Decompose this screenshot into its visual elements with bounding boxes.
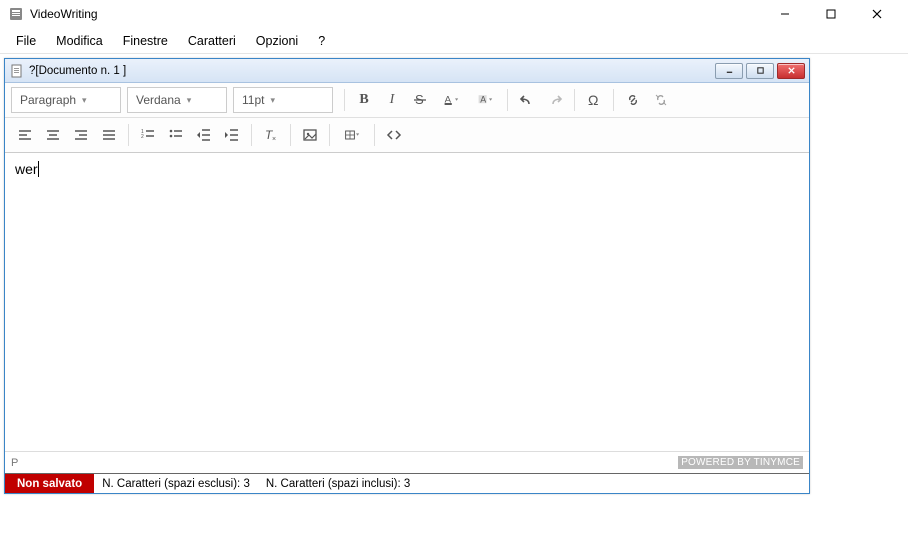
- app-icon: [8, 6, 24, 22]
- align-center-button[interactable]: [39, 122, 67, 148]
- separator: [574, 89, 575, 111]
- separator: [290, 124, 291, 146]
- editor-statusbar: P POWERED BY TINYMCE: [5, 451, 809, 473]
- char-count-incl: N. Caratteri (spazi inclusi): 3: [258, 478, 418, 490]
- strikethrough-button[interactable]: S: [406, 87, 434, 113]
- insert-table-button[interactable]: [335, 122, 369, 148]
- element-path[interactable]: P: [11, 457, 678, 469]
- separator: [374, 124, 375, 146]
- font-size-label: 11pt: [242, 93, 264, 107]
- menu-caratteri[interactable]: Caratteri: [178, 30, 246, 52]
- chevron-down-icon: ▾: [82, 95, 87, 106]
- doc-minimize-button[interactable]: [715, 63, 743, 79]
- powered-by-label: POWERED BY TINYMCE: [678, 456, 803, 469]
- document-window: ?[Documento n. 1 ] Paragraph ▾ Verdana ▾ 1…: [4, 58, 810, 494]
- workspace: ?[Documento n. 1 ] Paragraph ▾ Verdana ▾ 1…: [0, 54, 908, 539]
- save-status-badge: Non salvato: [5, 474, 94, 493]
- source-code-button[interactable]: [380, 122, 408, 148]
- app-statusbar: Non salvato N. Caratteri (spazi esclusi)…: [5, 473, 809, 493]
- document-titlebar[interactable]: ?[Documento n. 1 ]: [5, 59, 809, 83]
- numbered-list-button[interactable]: 12: [134, 122, 162, 148]
- separator: [329, 124, 330, 146]
- text-cursor: [38, 161, 39, 177]
- menu-opzioni[interactable]: Opzioni: [246, 30, 308, 52]
- insert-image-button[interactable]: [296, 122, 324, 148]
- align-justify-button[interactable]: [95, 122, 123, 148]
- block-format-label: Paragraph: [20, 93, 76, 107]
- align-left-button[interactable]: [11, 122, 39, 148]
- char-count-excl: N. Caratteri (spazi esclusi): 3: [94, 478, 258, 490]
- separator: [251, 124, 252, 146]
- italic-button[interactable]: I: [378, 87, 406, 113]
- maximize-button[interactable]: [808, 0, 854, 28]
- separator: [128, 124, 129, 146]
- editor-content[interactable]: wer: [5, 153, 809, 451]
- background-color-button[interactable]: A: [468, 87, 502, 113]
- svg-text:2: 2: [141, 134, 144, 140]
- text-color-button[interactable]: A: [434, 87, 468, 113]
- outdent-button[interactable]: [190, 122, 218, 148]
- font-family-label: Verdana: [136, 93, 181, 107]
- editor-text: wer: [15, 161, 38, 177]
- undo-button[interactable]: [513, 87, 541, 113]
- document-window-controls: [715, 63, 805, 79]
- doc-close-button[interactable]: [777, 63, 805, 79]
- redo-button[interactable]: [541, 87, 569, 113]
- menu-help[interactable]: ?: [308, 30, 335, 52]
- menu-file[interactable]: File: [6, 30, 46, 52]
- font-family-select[interactable]: Verdana ▾: [127, 87, 227, 113]
- doc-maximize-button[interactable]: [746, 63, 774, 79]
- svg-text:×: ×: [272, 136, 276, 143]
- menu-modifica[interactable]: Modifica: [46, 30, 113, 52]
- separator: [507, 89, 508, 111]
- main-titlebar: VideoWriting: [0, 0, 908, 28]
- svg-text:Ω: Ω: [588, 92, 598, 108]
- unlink-button[interactable]: [647, 87, 675, 113]
- window-controls: [762, 0, 900, 28]
- minimize-button[interactable]: [762, 0, 808, 28]
- toolbar-row-2: 12 T×: [5, 118, 809, 153]
- chevron-down-icon: ▾: [187, 95, 192, 106]
- block-format-select[interactable]: Paragraph ▾: [11, 87, 121, 113]
- special-character-button[interactable]: Ω: [580, 87, 608, 113]
- align-right-button[interactable]: [67, 122, 95, 148]
- link-button[interactable]: [619, 87, 647, 113]
- bullet-list-button[interactable]: [162, 122, 190, 148]
- document-title: ?[Documento n. 1 ]: [29, 65, 715, 77]
- separator: [613, 89, 614, 111]
- indent-button[interactable]: [218, 122, 246, 148]
- menu-finestre[interactable]: Finestre: [113, 30, 178, 52]
- close-button[interactable]: [854, 0, 900, 28]
- menubar: File Modifica Finestre Caratteri Opzioni…: [0, 28, 908, 54]
- chevron-down-icon: ▾: [270, 95, 275, 106]
- toolbar-row-1: Paragraph ▾ Verdana ▾ 11pt ▾ B I S A A Ω: [5, 83, 809, 118]
- bold-button[interactable]: B: [350, 87, 378, 113]
- separator: [344, 89, 345, 111]
- app-title: VideoWriting: [30, 7, 762, 21]
- font-size-select[interactable]: 11pt ▾: [233, 87, 333, 113]
- clear-formatting-button[interactable]: T×: [257, 122, 285, 148]
- document-icon: [9, 63, 25, 79]
- svg-text:A: A: [480, 94, 486, 104]
